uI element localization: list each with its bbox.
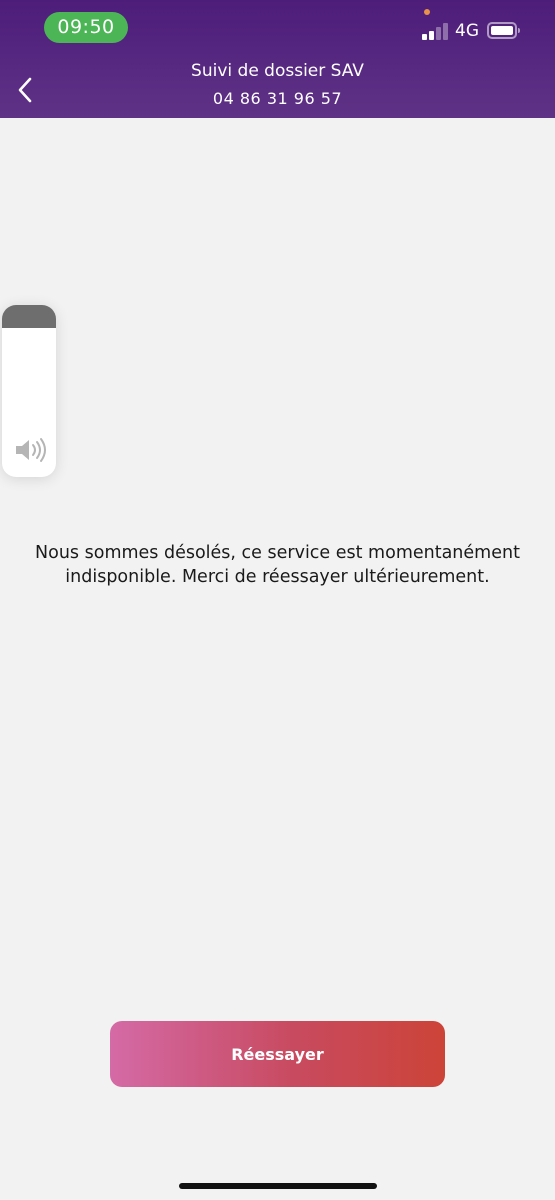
header-phone-number: 04 86 31 96 57 [212,89,343,108]
battery-icon [487,22,520,39]
home-indicator[interactable] [179,1183,377,1189]
speaker-icon [16,438,46,462]
network-type: 4G [455,21,479,41]
volume-hud[interactable] [2,305,56,477]
page-title: Suivi de dossier SAV [191,61,364,81]
error-message: Nous sommes désolés, ce service est mome… [35,543,520,587]
app-header: 09:50 4G Suivi de dossier SAV 04 86 31 9… [0,0,555,118]
privacy-indicator-dot [424,9,430,15]
volume-level-fill [2,305,56,328]
cellular-signal-icon [422,22,450,40]
retry-button[interactable]: Réessayer [110,1021,445,1087]
status-time: 09:50 [44,12,128,43]
